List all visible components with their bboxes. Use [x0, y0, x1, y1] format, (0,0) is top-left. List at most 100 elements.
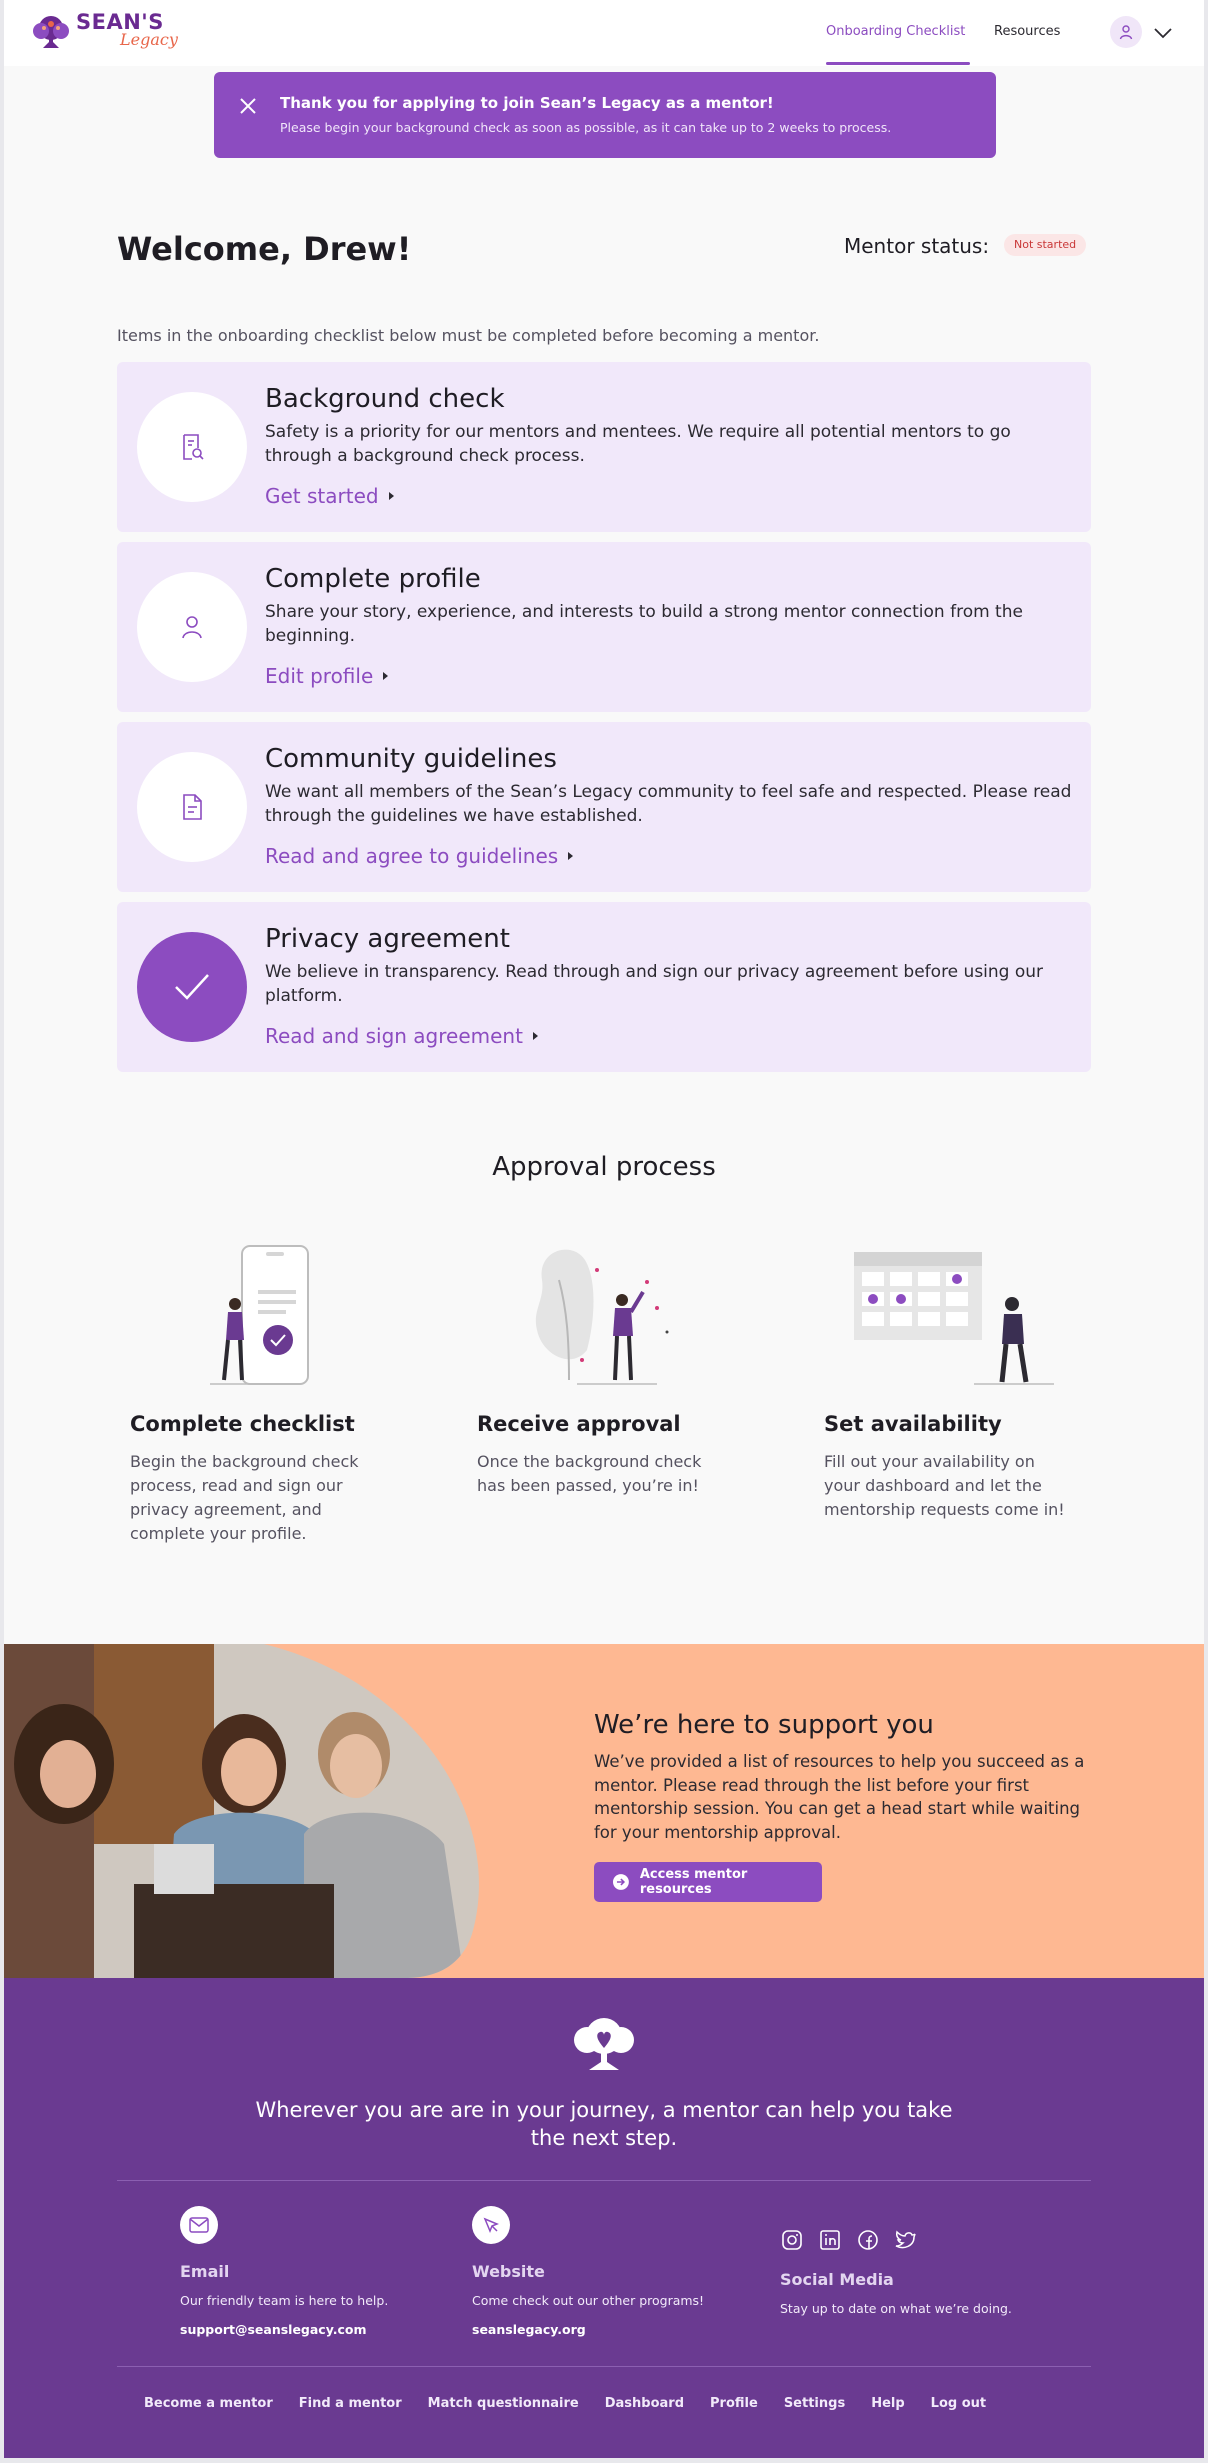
social-links: [780, 2228, 1012, 2252]
card-link-label: Edit profile: [265, 664, 374, 688]
contact-title: Social Media: [780, 2270, 894, 2289]
avatar[interactable]: [1110, 16, 1142, 48]
support-text: We’ve provided a list of resources to he…: [594, 1752, 1085, 1842]
card-icon-circle: [137, 572, 247, 682]
footer-divider: [117, 2180, 1091, 2181]
button-label: Access mentor resources: [639, 1867, 748, 1897]
card-title: Community guidelines: [265, 744, 557, 774]
linkedin-icon[interactable]: [818, 2228, 842, 2252]
footer: Wherever you are are in your journey, a …: [4, 1978, 1204, 2458]
step-text: Once the background check has been passe…: [477, 1452, 702, 1495]
email-link[interactable]: support@seanslegacy.com: [180, 2322, 388, 2337]
facebook-icon[interactable]: [856, 2228, 880, 2252]
website-link[interactable]: seanslegacy.org: [472, 2322, 704, 2337]
tree-heart-logo-icon: [574, 2018, 634, 2070]
footer-divider: [117, 2366, 1091, 2367]
step-text: Begin the background check process, read…: [130, 1452, 359, 1543]
card-text: Safety is a priority for our mentors and…: [265, 422, 1011, 466]
contact-desc: Come check out our other programs!: [472, 2293, 705, 2308]
instagram-icon[interactable]: [780, 2228, 804, 2252]
nav-resources[interactable]: Resources: [994, 24, 1060, 39]
card-text: We believe in transparency. Read through…: [265, 962, 1044, 1006]
card-title: Privacy agreement: [265, 924, 510, 954]
card-link-label: Get started: [265, 484, 379, 508]
arrow-circle-right-icon: [612, 1874, 629, 1890]
footer-links: Become a mentor Find a mentor Match ques…: [144, 2396, 1012, 2411]
card-title: Complete profile: [265, 564, 481, 594]
approval-title: Approval process: [492, 1152, 716, 1182]
card-icon-circle: [137, 392, 247, 502]
nav-active-indicator: [826, 62, 970, 65]
logo-script: Legacy: [120, 30, 178, 49]
footer-link-find-mentor[interactable]: Find a mentor: [299, 2396, 402, 2411]
notification-banner: Thank you for applying to join Sean’s Le…: [214, 72, 996, 158]
footer-link-profile[interactable]: Profile: [710, 2396, 758, 2411]
footer-link-log-out[interactable]: Log out: [931, 2396, 986, 2411]
checklist-card-community-guidelines: Community guidelines We want all members…: [117, 722, 1091, 892]
support-title: We’re here to support you: [594, 1710, 934, 1740]
chevron-down-icon[interactable]: [1152, 22, 1174, 44]
card-link-label: Read and agree to guidelines: [265, 844, 559, 868]
logo[interactable]: SEAN'S Legacy: [30, 10, 180, 54]
status-badge: Not started: [1004, 234, 1087, 256]
card-icon-circle-complete: [137, 932, 247, 1042]
twitter-icon[interactable]: [894, 2228, 918, 2252]
card-link-label: Read and sign agreement: [265, 1024, 523, 1048]
card-text: We want all members of the Sean’s Legacy…: [265, 782, 1072, 826]
banner-title: Thank you for applying to join Sean’s Le…: [280, 94, 774, 112]
document-icon: [183, 794, 202, 820]
contact-website: Website Come check out our other program…: [472, 2206, 704, 2337]
card-text: Share your story, experience, and intere…: [265, 602, 1023, 646]
step-title: Set availability: [824, 1412, 1002, 1436]
support-section: We’re here to support you We’ve provided…: [4, 1644, 1204, 1978]
caret-right-icon: [388, 492, 394, 500]
footer-link-dashboard[interactable]: Dashboard: [605, 2396, 684, 2411]
card-title: Background check: [265, 384, 505, 414]
get-started-link[interactable]: Get started: [265, 484, 394, 508]
contact-desc: Stay up to date on what we’re doing.: [780, 2301, 1012, 2316]
sign-agreement-link[interactable]: Read and sign agreement: [265, 1024, 538, 1048]
checklist-card-complete-profile: Complete profile Share your story, exper…: [117, 542, 1091, 712]
phone-checklist-illustration: [210, 1245, 309, 1385]
contact-title: Website: [472, 2262, 545, 2281]
footer-link-settings[interactable]: Settings: [784, 2396, 845, 2411]
mail-icon: [180, 2206, 218, 2244]
cursor-icon: [472, 2206, 510, 2244]
close-icon[interactable]: [238, 96, 258, 116]
page-title: Welcome, Drew!: [117, 230, 412, 268]
footer-link-help[interactable]: Help: [871, 2396, 904, 2411]
footer-link-match-questionnaire[interactable]: Match questionnaire: [428, 2396, 579, 2411]
banner-text: Please begin your background check as so…: [280, 120, 892, 135]
checklist-card-privacy-agreement: Privacy agreement We believe in transpar…: [117, 902, 1091, 1072]
caret-right-icon: [383, 672, 389, 680]
contact-title: Email: [180, 2262, 230, 2281]
caret-right-icon: [568, 852, 574, 860]
contact-desc: Our friendly team is here to help.: [180, 2293, 389, 2308]
checklist-intro: Items in the onboarding checklist below …: [117, 326, 820, 345]
step-title: Complete checklist: [130, 1412, 355, 1436]
caret-right-icon: [532, 1032, 538, 1040]
nav-onboarding-checklist[interactable]: Onboarding Checklist: [826, 24, 965, 39]
edit-profile-link[interactable]: Edit profile: [265, 664, 389, 688]
checklist-card-background-check: Background check Safety is a priority fo…: [117, 362, 1091, 532]
footer-link-become-mentor[interactable]: Become a mentor: [144, 2396, 273, 2411]
tree-logo-icon: [33, 16, 69, 48]
contact-email: Email Our friendly team is here to help.…: [180, 2206, 388, 2337]
mentoring-photo: [4, 1644, 479, 1978]
checkmark-icon: [175, 974, 209, 1000]
step-text: Fill out your availability on your dashb…: [824, 1452, 1065, 1519]
step-title: Receive approval: [477, 1412, 681, 1436]
access-mentor-resources-button[interactable]: Access mentor resources: [594, 1862, 822, 1902]
page: SEAN'S Legacy Onboarding Checklist Resou…: [4, 0, 1204, 2458]
card-icon-circle: [137, 752, 247, 862]
user-icon: [182, 616, 202, 639]
read-guidelines-link[interactable]: Read and agree to guidelines: [265, 844, 574, 868]
document-search-icon: [183, 434, 204, 460]
footer-tagline: Wherever you are are in your journey, a …: [255, 2098, 953, 2150]
top-navbar: SEAN'S Legacy Onboarding Checklist Resou…: [4, 0, 1204, 66]
user-icon: [1119, 25, 1133, 40]
celebration-illustration: [535, 1249, 669, 1385]
mentor-status-label: Mentor status:: [844, 234, 990, 258]
calendar-illustration: [854, 1252, 1054, 1385]
contact-social-media: Social Media Stay up to date on what we’…: [780, 2228, 1012, 2316]
